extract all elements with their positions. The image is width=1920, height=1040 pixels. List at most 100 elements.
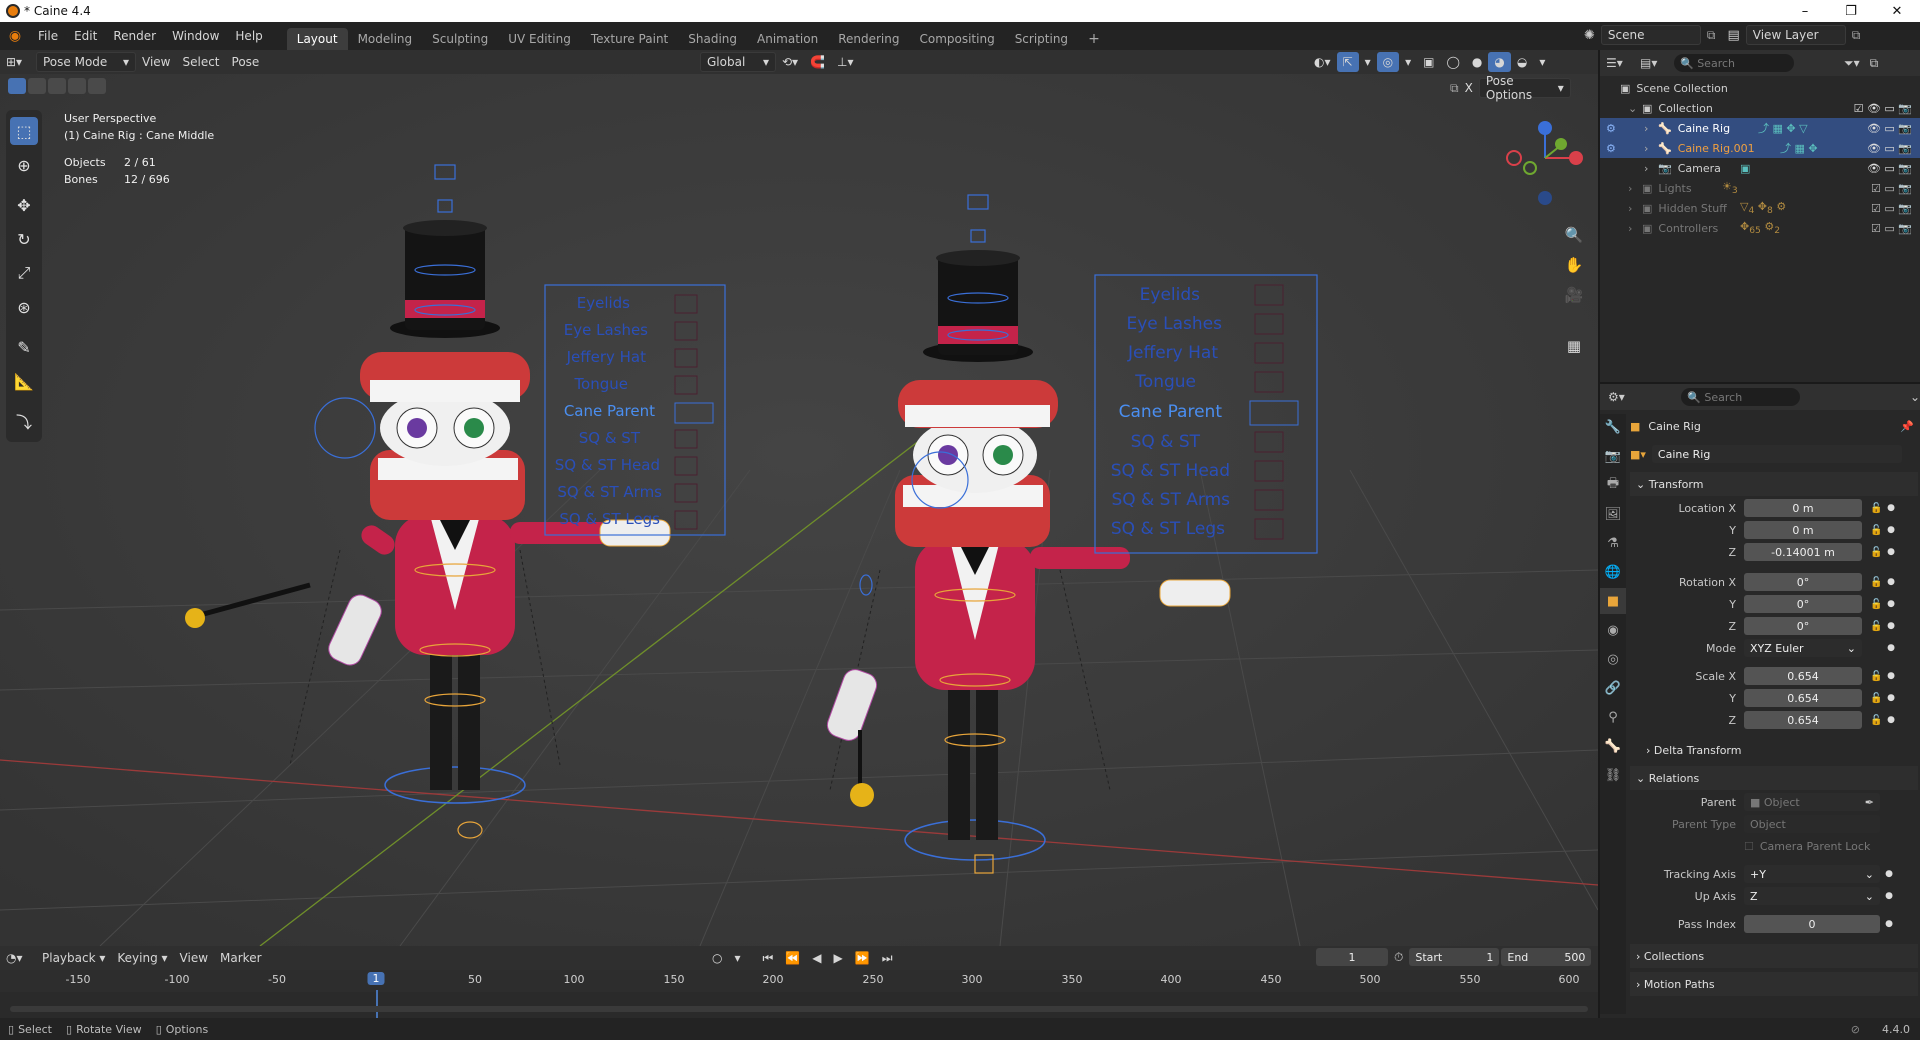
lock-icon[interactable]: 🔓 <box>1870 671 1882 682</box>
modifiers-tab-icon[interactable]: ◉ <box>1600 617 1626 643</box>
play-icon[interactable]: ▶ <box>828 948 849 968</box>
lock-icon[interactable]: 🔓 <box>1870 547 1882 558</box>
transform-tool-icon[interactable]: ⊛ <box>10 293 38 321</box>
menu-file[interactable]: File <box>30 22 66 50</box>
row-visibility-icons[interactable]: ☑ ▭ 📷 <box>1871 182 1912 195</box>
menu-timeline-view[interactable]: View <box>174 948 214 968</box>
jump-start-icon[interactable]: ⏮ <box>757 948 780 968</box>
mode-selector[interactable]: Pose Mode ▾ <box>36 52 136 72</box>
scene-icon[interactable]: ✺ <box>1584 28 1595 43</box>
current-frame-field[interactable]: 1 <box>1316 948 1388 966</box>
keyframe-dot-icon[interactable]: ● <box>1886 643 1896 653</box>
location-y-field[interactable]: 0 m <box>1744 521 1862 539</box>
transform-orientation-selector[interactable]: Global ▾ <box>700 52 776 72</box>
x-mirror-icon[interactable]: X <box>1465 81 1473 95</box>
overlay-dropdown-icon[interactable]: ▾ <box>1399 52 1417 72</box>
tab-uv-editing[interactable]: UV Editing <box>498 28 581 50</box>
gizmo-toggle-icon[interactable]: ⇱ <box>1336 52 1359 72</box>
select-new-icon[interactable] <box>8 78 26 94</box>
outliner-editor-type-icon[interactable]: ☰▾ <box>1606 56 1640 70</box>
move-tool-icon[interactable]: ✥ <box>10 191 38 219</box>
menu-pose[interactable]: Pose <box>226 52 266 72</box>
snap-icon[interactable]: 🧲 <box>804 52 831 72</box>
3d-viewport[interactable]: Eyelids Eye Lashes Jeffery Hat Tongue Ca… <box>0 50 1598 946</box>
pan-hand-icon[interactable]: ✋ <box>1560 251 1588 279</box>
object-datablock-icon[interactable]: ■▾ <box>1630 448 1646 461</box>
menu-view[interactable]: View <box>136 52 176 72</box>
select-intersect-icon[interactable] <box>88 78 106 94</box>
editor-type-icon[interactable]: ⊞▾ <box>0 52 36 72</box>
add-workspace-icon[interactable]: + <box>1078 28 1110 50</box>
menu-marker[interactable]: Marker <box>214 948 267 968</box>
minimize-icon[interactable]: – <box>1782 0 1828 22</box>
xray-icon[interactable]: ▣ <box>1417 52 1440 72</box>
material-shading-icon[interactable]: ◕ <box>1488 52 1511 72</box>
pose-xmirror-icon[interactable]: ⧉ <box>1450 81 1459 96</box>
outliner-item-caine-rig[interactable]: ⚙ › 🦴 Caine Rig ⤴ ▦ ✥ ▽ 👁 ▭ 📷 <box>1600 118 1920 138</box>
camera-view-icon[interactable]: 🎥 <box>1560 281 1588 309</box>
select-box-tool-icon[interactable]: ⬚ <box>10 117 38 145</box>
location-z-field[interactable]: -0.14001 m <box>1744 543 1862 561</box>
tool-tab-icon[interactable]: 🔧 <box>1600 414 1626 440</box>
rotation-mode-dropdown[interactable]: XYZ Euler ⌄ <box>1744 639 1862 657</box>
scale-z-field[interactable]: 0.654 <box>1744 711 1862 729</box>
menu-edit[interactable]: Edit <box>66 22 105 50</box>
tab-layout[interactable]: Layout <box>286 28 348 50</box>
scale-x-field[interactable]: 0.654 <box>1744 667 1862 685</box>
display-mode-icon[interactable]: ▤▾ <box>1640 56 1674 70</box>
end-frame-field[interactable]: End 500 <box>1501 948 1592 966</box>
measure-tool-icon[interactable]: 📐 <box>10 367 38 395</box>
next-keyframe-icon[interactable]: ⏩ <box>849 948 876 968</box>
menu-window[interactable]: Window <box>164 22 227 50</box>
solid-shading-icon[interactable]: ● <box>1466 52 1488 72</box>
scale-y-field[interactable]: 0.654 <box>1744 689 1862 707</box>
bone-envelope-tool-icon[interactable]: ⤵ <box>10 407 38 435</box>
select-subtract-icon[interactable] <box>48 78 66 94</box>
tab-texture-paint[interactable]: Texture Paint <box>581 28 678 50</box>
outliner-item-camera[interactable]: › 📷 Camera ▣ 👁 ▭ 📷 <box>1600 158 1920 178</box>
row-visibility-icons[interactable]: ☑ ▭ 📷 <box>1871 202 1912 215</box>
view-layer-icon[interactable]: ▤ <box>1727 28 1739 43</box>
lock-icon[interactable]: 🔓 <box>1870 599 1882 610</box>
keyframe-dot-icon[interactable]: ● <box>1886 503 1896 513</box>
keyframe-dot-icon[interactable]: ● <box>1884 869 1894 879</box>
keyframe-dot-icon[interactable]: ● <box>1886 577 1896 587</box>
lock-icon[interactable]: 🔓 <box>1870 577 1882 588</box>
transform-panel-header[interactable]: ⌄ Transform <box>1630 472 1918 496</box>
menu-playback[interactable]: Playback ▾ <box>36 948 111 968</box>
output-tab-icon[interactable]: 🖶 <box>1600 472 1626 498</box>
tab-sculpting[interactable]: Sculpting <box>422 28 498 50</box>
view-layer-selector[interactable]: View Layer <box>1745 25 1846 45</box>
object-name-field[interactable]: Caine Rig <box>1651 445 1902 463</box>
record-icon[interactable]: ○ <box>706 948 728 968</box>
object-tab-icon[interactable]: ■ <box>1600 588 1626 614</box>
lock-icon[interactable]: 🔓 <box>1870 715 1882 726</box>
playhead-frame[interactable]: 1 <box>367 972 385 985</box>
scale-tool-icon[interactable]: ⤢ <box>10 259 38 287</box>
menu-render[interactable]: Render <box>105 22 164 50</box>
rotation-z-field[interactable]: 0° <box>1744 617 1862 635</box>
properties-editor-type-icon[interactable]: ⚙▾ <box>1608 390 1681 404</box>
view-layer-tab-icon[interactable]: 🖼 <box>1600 501 1626 527</box>
tab-scripting[interactable]: Scripting <box>1005 28 1078 50</box>
keyframe-dot-icon[interactable]: ● <box>1886 621 1896 631</box>
lock-icon[interactable]: 🔓 <box>1870 693 1882 704</box>
blender-menu-icon[interactable]: ◉ <box>0 28 30 44</box>
rotation-y-field[interactable]: 0° <box>1744 595 1862 613</box>
pass-index-field[interactable]: 0 <box>1744 915 1880 933</box>
close-icon[interactable]: ✕ <box>1874 0 1920 22</box>
world-tab-icon[interactable]: 🌐 <box>1600 559 1626 585</box>
tracking-axis-dropdown[interactable]: +Y ⌄ <box>1744 865 1880 883</box>
collections-panel-header[interactable]: › Collections <box>1630 944 1918 968</box>
snap-target-icon[interactable]: ⊥▾ <box>831 52 859 72</box>
zoom-icon[interactable]: 🔍 <box>1560 221 1588 249</box>
keyframe-dot-icon[interactable]: ● <box>1886 525 1896 535</box>
row-visibility-icons[interactable]: ☑ ▭ 📷 <box>1871 222 1912 235</box>
rotate-tool-icon[interactable]: ↻ <box>10 225 38 253</box>
row-visibility-icons[interactable]: 👁 ▭ 📷 <box>1867 162 1912 175</box>
pose-options-button[interactable]: Pose Options ▾ <box>1478 74 1571 102</box>
menu-help[interactable]: Help <box>227 22 270 50</box>
tab-rendering[interactable]: Rendering <box>828 28 909 50</box>
relations-panel-header[interactable]: ⌄ Relations <box>1630 766 1918 790</box>
timeline-editor-type-icon[interactable]: ◔▾ <box>0 948 36 968</box>
